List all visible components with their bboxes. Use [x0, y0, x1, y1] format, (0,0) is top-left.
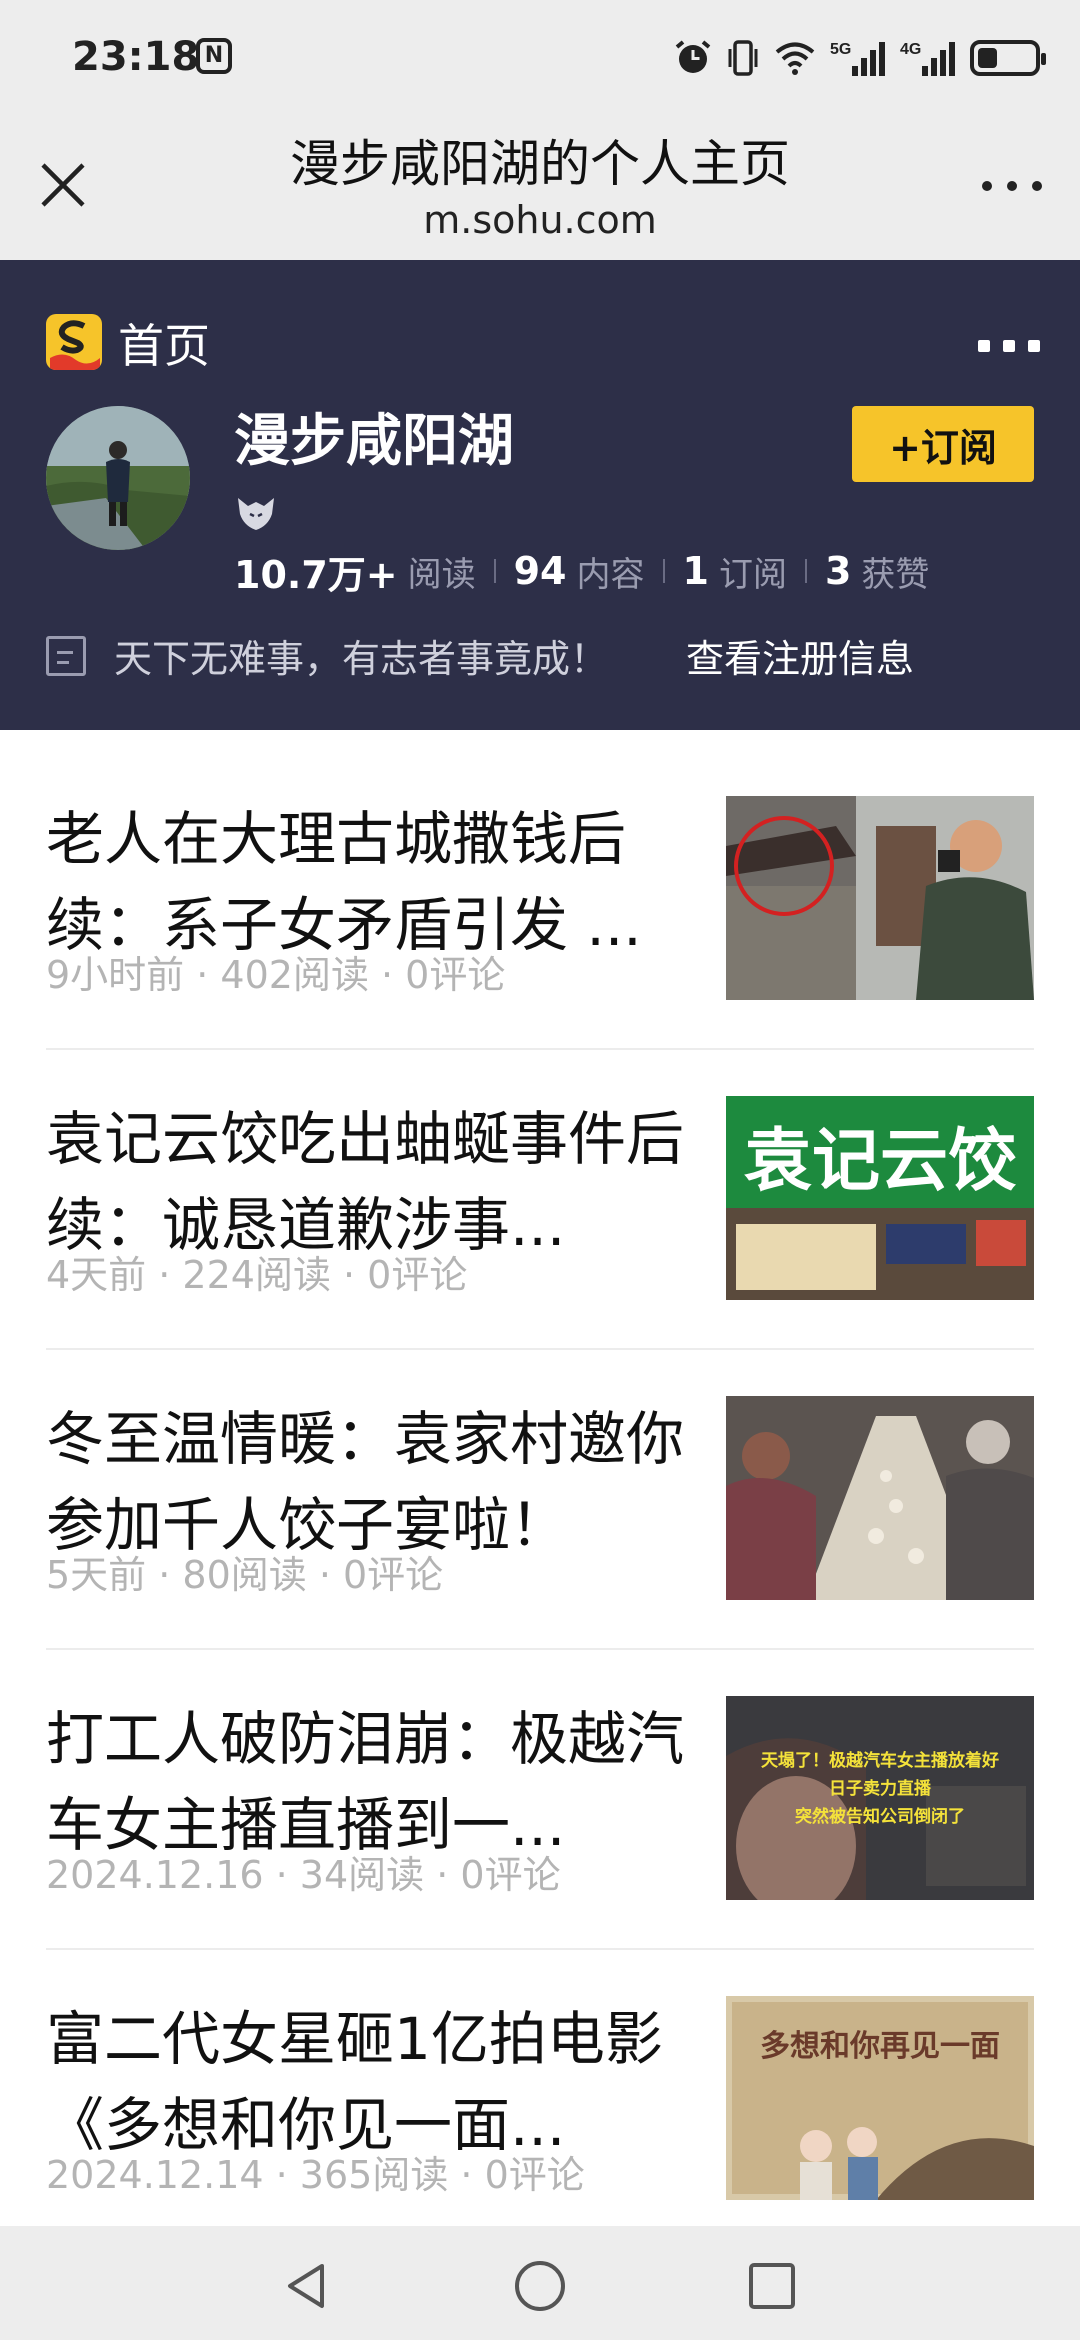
stat-divider — [493, 559, 496, 583]
profile-stats: 10.7万+ 阅读 94 内容 1 订阅 3 获赞 — [234, 546, 930, 597]
article-meta: 4天前 · 224阅读 · 0评论 — [46, 1253, 468, 1297]
stat-divider — [804, 559, 807, 583]
article-item[interactable]: 老人在大理古城撒钱后续：系子女矛盾引发 ... 9小时前 · 402阅读 · 0… — [46, 750, 1034, 1050]
more-options-icon[interactable] — [982, 178, 1042, 194]
thumbnail-caption-line3: 突然被告知公司倒闭了 — [795, 1806, 965, 1827]
alarm-icon — [674, 36, 712, 80]
vibrate-icon — [726, 36, 760, 80]
thumbnail-caption-line1: 天塌了！极越汽车女主播放着好 — [761, 1750, 999, 1771]
article-item[interactable]: 富二代女星砸1亿拍电影《多想和你见一面... 2024.12.14 · 365阅… — [46, 1950, 1034, 2250]
article-item[interactable]: 打工人破防泪崩：极越汽车女主播直播到一... 2024.12.16 · 34阅读… — [46, 1650, 1034, 1950]
article-thumbnail[interactable] — [726, 796, 1034, 1000]
home-link[interactable]: 首页 — [118, 310, 210, 376]
profile-more-icon[interactable] — [978, 340, 1040, 352]
profile-bio: 天下无难事，有志者事竟成！ — [114, 637, 609, 681]
bio-doc-icon — [46, 636, 86, 676]
signal-5g-icon: 5G — [830, 36, 886, 80]
article-thumbnail[interactable] — [726, 1396, 1034, 1600]
browser-title-bar: 漫步咸阳湖的个人主页 m.sohu.com — [0, 118, 1080, 260]
recent-apps-icon[interactable] — [742, 2256, 802, 2316]
profile-name: 漫步咸阳湖 — [234, 409, 514, 474]
article-item[interactable]: 冬至温情暖：袁家村邀你参加千人饺子宴啦！ 5天前 · 80阅读 · 0评论 — [46, 1350, 1034, 1650]
livestream-photo: 天塌了！极越汽车女主播放着好 日子卖力直播 突然被告知公司倒闭了 — [726, 1696, 1034, 1900]
stat-subscriptions-label[interactable]: 订阅 — [719, 547, 787, 596]
status-bar: 23:18 N 5G 4G — [0, 0, 1080, 118]
net-label-5g: 5G — [830, 41, 851, 58]
article-meta: 5天前 · 80阅读 · 0评论 — [46, 1553, 444, 1597]
article-meta: 9小时前 · 402阅读 · 0评论 — [46, 953, 506, 997]
stat-likes-label: 获赞 — [861, 554, 930, 595]
sohu-logo-icon[interactable] — [46, 314, 102, 370]
home-icon[interactable] — [510, 2256, 570, 2316]
article-thumbnail[interactable]: 袁记云饺 — [726, 1096, 1034, 1300]
net-label-4g: 4G — [900, 41, 921, 58]
article-thumbnail[interactable]: 天塌了！极越汽车女主播放着好 日子卖力直播 突然被告知公司倒闭了 — [726, 1696, 1034, 1900]
storefront-photo: 袁记云饺 — [726, 1096, 1034, 1300]
thumbnail-caption: 多想和你再见一面 — [760, 2029, 1000, 2064]
article-meta: 2024.12.14 · 365阅读 · 0评论 — [46, 2153, 585, 2197]
stat-content-value[interactable]: 94 — [514, 549, 567, 593]
nfc-icon: N — [196, 38, 232, 74]
status-icons: 5G 4G — [674, 36, 1046, 80]
article-title[interactable]: 冬至温情暖：袁家村邀你参加千人饺子宴啦！ — [46, 1396, 686, 1568]
stat-content-label[interactable]: 内容 — [577, 547, 645, 596]
article-item[interactable]: 袁记云饺吃出蚰蜒事件后续：诚恳道歉涉事... 4天前 · 224阅读 · 0评论… — [46, 1050, 1034, 1350]
avatar[interactable] — [46, 406, 190, 550]
stat-divider — [662, 559, 665, 583]
stat-reads-label: 阅读 — [407, 554, 476, 595]
back-icon[interactable] — [278, 2256, 338, 2316]
article-title[interactable]: 富二代女星砸1亿拍电影《多想和你见一面... — [46, 1996, 686, 2168]
stat-likes-value: 3 — [824, 549, 852, 593]
battery-level — [978, 48, 997, 68]
profile-header: 首页 漫步咸阳湖 +订阅 10.7万+ 阅读 94 内容 1 订阅 3 获赞 天… — [0, 260, 1080, 730]
wolf-badge-icon — [238, 498, 274, 530]
article-title[interactable]: 袁记云饺吃出蚰蜒事件后续：诚恳道歉涉事... — [46, 1096, 686, 1268]
stat-reads-value: 10.7万+ — [234, 552, 398, 597]
article-title[interactable]: 打工人破防泪崩：极越汽车女主播直播到一... — [46, 1696, 686, 1868]
article-title[interactable]: 老人在大理古城撒钱后续：系子女矛盾引发 ... — [46, 796, 686, 968]
article-thumbnail[interactable]: 多想和你再见一面 — [726, 1996, 1034, 2200]
status-time: 23:18 — [72, 34, 200, 80]
signal-4g-icon: 4G — [900, 36, 956, 80]
dumpling-banquet-photo — [726, 1396, 1034, 1600]
movie-poster-photo: 多想和你再见一面 — [726, 1996, 1034, 2200]
article-meta: 2024.12.16 · 34阅读 · 0评论 — [46, 1853, 561, 1897]
register-info-link[interactable]: 查看注册信息 — [686, 628, 914, 683]
battery-icon — [970, 36, 1046, 80]
subscribe-button[interactable]: +订阅 — [852, 406, 1034, 482]
thumbnail-caption-line2: 日子卖力直播 — [829, 1778, 932, 1799]
page-url: m.sohu.com — [423, 198, 657, 242]
stat-subscriptions-value[interactable]: 1 — [683, 549, 709, 593]
page-title: 漫步咸阳湖的个人主页 — [290, 135, 790, 193]
wifi-icon — [774, 36, 816, 80]
ancient-city-photo — [726, 796, 1034, 1000]
system-nav-bar — [0, 2226, 1080, 2340]
thumbnail-caption: 袁记云饺 — [744, 1122, 1016, 1201]
